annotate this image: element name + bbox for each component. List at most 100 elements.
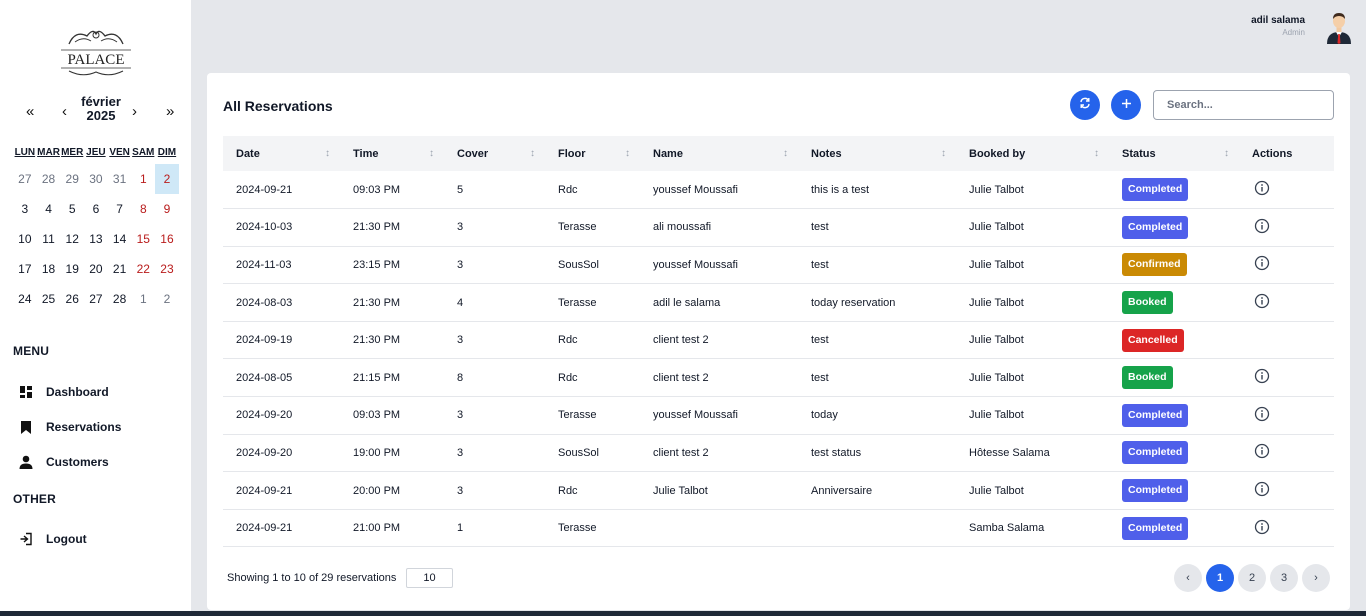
sort-icon[interactable]: ↕ <box>1094 148 1099 159</box>
info-icon[interactable] <box>1254 406 1270 422</box>
calendar-day[interactable]: 23 <box>155 254 179 284</box>
column-header-status[interactable]: Status ↕ <box>1109 136 1239 171</box>
calendar-day[interactable]: 2 <box>155 284 179 314</box>
column-header-date[interactable]: Date ↕ <box>223 136 340 171</box>
table-row[interactable]: 2024-09-19 21:30 PM 3 Rdc client test 2 test J… <box>223 321 1334 359</box>
calendar-day[interactable]: 8 <box>131 194 155 224</box>
prev-month-button[interactable]: ‹ <box>62 103 67 120</box>
info-icon[interactable] <box>1254 180 1270 196</box>
calendar-day[interactable]: 22 <box>131 254 155 284</box>
table-row[interactable]: 2024-09-21 20:00 PM 3 Rdc Julie Talbot Annive… <box>223 472 1334 510</box>
calendar-day[interactable]: 5 <box>60 194 84 224</box>
avatar[interactable] <box>1324 10 1354 44</box>
calendar-day[interactable]: 30 <box>84 164 108 194</box>
column-header-floor[interactable]: Floor ↕ <box>545 136 640 171</box>
calendar-day[interactable]: 1 <box>131 164 155 194</box>
calendar-day[interactable]: 28 <box>37 164 61 194</box>
table-row[interactable]: 2024-10-03 21:30 PM 3 Terasse ali moussafi te… <box>223 209 1334 247</box>
next-month-button[interactable]: › <box>132 103 137 120</box>
page-button-1[interactable]: 1 <box>1206 564 1234 592</box>
calendar-day[interactable]: 29 <box>60 164 84 194</box>
table-row[interactable]: 2024-09-21 21:00 PM 1 Terasse Samba Salama Co… <box>223 509 1334 547</box>
calendar-month-title[interactable]: février 2025 <box>70 95 132 123</box>
info-icon[interactable] <box>1254 255 1270 271</box>
table-row[interactable]: 2024-08-05 21:15 PM 8 Rdc client test 2 test J… <box>223 359 1334 397</box>
calendar-day[interactable]: 17 <box>13 254 37 284</box>
svg-text:PALACE: PALACE <box>68 52 125 68</box>
calendar-day[interactable]: 16 <box>155 224 179 254</box>
calendar-day[interactable]: 2 <box>155 164 179 194</box>
search-input[interactable] <box>1153 90 1334 120</box>
calendar-day[interactable]: 27 <box>84 284 108 314</box>
column-header-name[interactable]: Name ↕ <box>640 136 798 171</box>
refresh-button[interactable] <box>1070 90 1100 120</box>
calendar-day[interactable]: 25 <box>37 284 61 314</box>
calendar-day[interactable]: 20 <box>84 254 108 284</box>
sidebar-item-reservations[interactable]: Reservations <box>18 416 121 438</box>
sidebar-item-customers[interactable]: Customers <box>18 451 109 473</box>
table-row[interactable]: 2024-11-03 23:15 PM 3 SousSol youssef Moussa… <box>223 246 1334 284</box>
next-page-button[interactable]: › <box>1302 564 1330 592</box>
info-icon[interactable] <box>1254 519 1270 535</box>
calendar-day[interactable]: 4 <box>37 194 61 224</box>
calendar-day[interactable]: 14 <box>108 224 132 254</box>
page-button-3[interactable]: 3 <box>1270 564 1298 592</box>
calendar-day[interactable]: 24 <box>13 284 37 314</box>
info-icon[interactable] <box>1254 443 1270 459</box>
status-badge: Booked <box>1122 291 1173 315</box>
reservations-card: All Reservations Date ↕ Time ↕ Cover ↕ Floo… <box>207 73 1350 610</box>
sort-icon[interactable]: ↕ <box>1224 148 1229 159</box>
sidebar-item-logout[interactable]: Logout <box>18 528 87 550</box>
page-size-select[interactable]: 10 <box>406 568 453 588</box>
prev-year-button[interactable]: « <box>26 103 34 120</box>
calendar-day[interactable]: 12 <box>60 224 84 254</box>
add-reservation-button[interactable] <box>1111 90 1141 120</box>
cell-actions <box>1239 246 1334 284</box>
table-row[interactable]: 2024-09-20 09:03 PM 3 Terasse youssef Moussa… <box>223 397 1334 435</box>
next-year-button[interactable]: » <box>166 103 174 120</box>
column-header-time[interactable]: Time ↕ <box>340 136 444 171</box>
cell-date: 2024-09-20 <box>236 409 293 422</box>
calendar-day[interactable]: 6 <box>84 194 108 224</box>
calendar-day[interactable]: 3 <box>13 194 37 224</box>
calendar-day[interactable]: 18 <box>37 254 61 284</box>
calendar-day[interactable]: 27 <box>13 164 37 194</box>
cell-time: 09:03 PM <box>353 183 401 196</box>
sort-icon[interactable]: ↕ <box>429 148 434 159</box>
table-row[interactable]: 2024-09-21 09:03 PM 5 Rdc youssef Moussafi th… <box>223 171 1334 209</box>
sort-icon[interactable]: ↕ <box>530 148 535 159</box>
cell-time: 20:00 PM <box>353 484 401 497</box>
info-icon[interactable] <box>1254 481 1270 497</box>
calendar-day[interactable]: 28 <box>108 284 132 314</box>
prev-page-button[interactable]: ‹ <box>1174 564 1202 592</box>
calendar-day[interactable]: 13 <box>84 224 108 254</box>
calendar-year: 2025 <box>86 108 116 123</box>
calendar-day[interactable]: 21 <box>108 254 132 284</box>
calendar-day[interactable]: 31 <box>108 164 132 194</box>
cell-name: youssef Moussafi <box>653 183 738 196</box>
column-header-booked-by[interactable]: Booked by ↕ <box>956 136 1109 171</box>
calendar-day[interactable]: 19 <box>60 254 84 284</box>
sidebar-item-dashboard[interactable]: Dashboard <box>18 381 109 403</box>
sort-icon[interactable]: ↕ <box>625 148 630 159</box>
calendar-day[interactable]: 26 <box>60 284 84 314</box>
calendar-day[interactable]: 1 <box>131 284 155 314</box>
info-icon[interactable] <box>1254 293 1270 309</box>
sort-icon[interactable]: ↕ <box>325 148 330 159</box>
info-icon[interactable] <box>1254 368 1270 384</box>
weekday-label: LUN <box>14 147 36 158</box>
calendar-day[interactable]: 9 <box>155 194 179 224</box>
page-button-2[interactable]: 2 <box>1238 564 1266 592</box>
cell-notes: test <box>811 371 829 384</box>
sort-icon[interactable]: ↕ <box>941 148 946 159</box>
calendar-day[interactable]: 11 <box>37 224 61 254</box>
info-icon[interactable] <box>1254 218 1270 234</box>
column-header-cover[interactable]: Cover ↕ <box>444 136 545 171</box>
table-row[interactable]: 2024-09-20 19:00 PM 3 SousSol client test 2 t… <box>223 434 1334 472</box>
calendar-day[interactable]: 15 <box>131 224 155 254</box>
sort-icon[interactable]: ↕ <box>783 148 788 159</box>
calendar-day[interactable]: 10 <box>13 224 37 254</box>
calendar-day[interactable]: 7 <box>108 194 132 224</box>
table-row[interactable]: 2024-08-03 21:30 PM 4 Terasse adil le salama… <box>223 284 1334 322</box>
column-header-notes[interactable]: Notes ↕ <box>798 136 956 171</box>
